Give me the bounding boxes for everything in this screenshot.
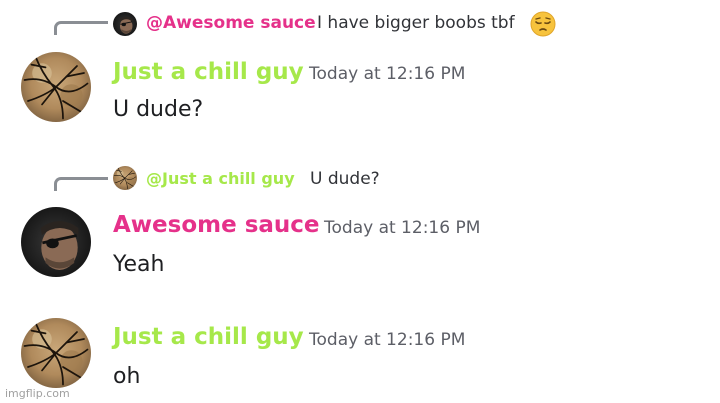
message-content: U dude? xyxy=(113,97,204,122)
reply-connector xyxy=(54,21,108,35)
imgflip-watermark: imgflip.com xyxy=(5,387,70,400)
message-content: Yeah xyxy=(113,252,165,277)
username[interactable]: Just a chill guy xyxy=(113,324,304,350)
username[interactable]: Awesome sauce xyxy=(113,212,320,238)
eyepatch-avatar-icon[interactable] xyxy=(21,207,91,277)
timestamp: Today at 12:16 PM xyxy=(309,64,466,84)
reply-text[interactable]: I have bigger boobs tbf xyxy=(317,13,515,33)
branches-avatar-icon[interactable] xyxy=(113,166,137,190)
eyepatch-avatar-icon[interactable] xyxy=(113,12,137,36)
username[interactable]: Just a chill guy xyxy=(113,59,304,85)
reply-text[interactable]: U dude? xyxy=(310,169,380,189)
timestamp: Today at 12:16 PM xyxy=(324,218,481,238)
reply-mention[interactable]: @Just a chill guy xyxy=(146,169,295,188)
reply-mention[interactable]: @Awesome sauce xyxy=(146,13,316,33)
branches-avatar-icon[interactable] xyxy=(21,318,91,388)
branches-avatar-icon[interactable] xyxy=(21,52,91,122)
timestamp: Today at 12:16 PM xyxy=(309,330,466,350)
pensive-face-emoji xyxy=(530,11,556,37)
message-content: oh xyxy=(113,364,141,389)
reply-connector xyxy=(54,177,108,191)
